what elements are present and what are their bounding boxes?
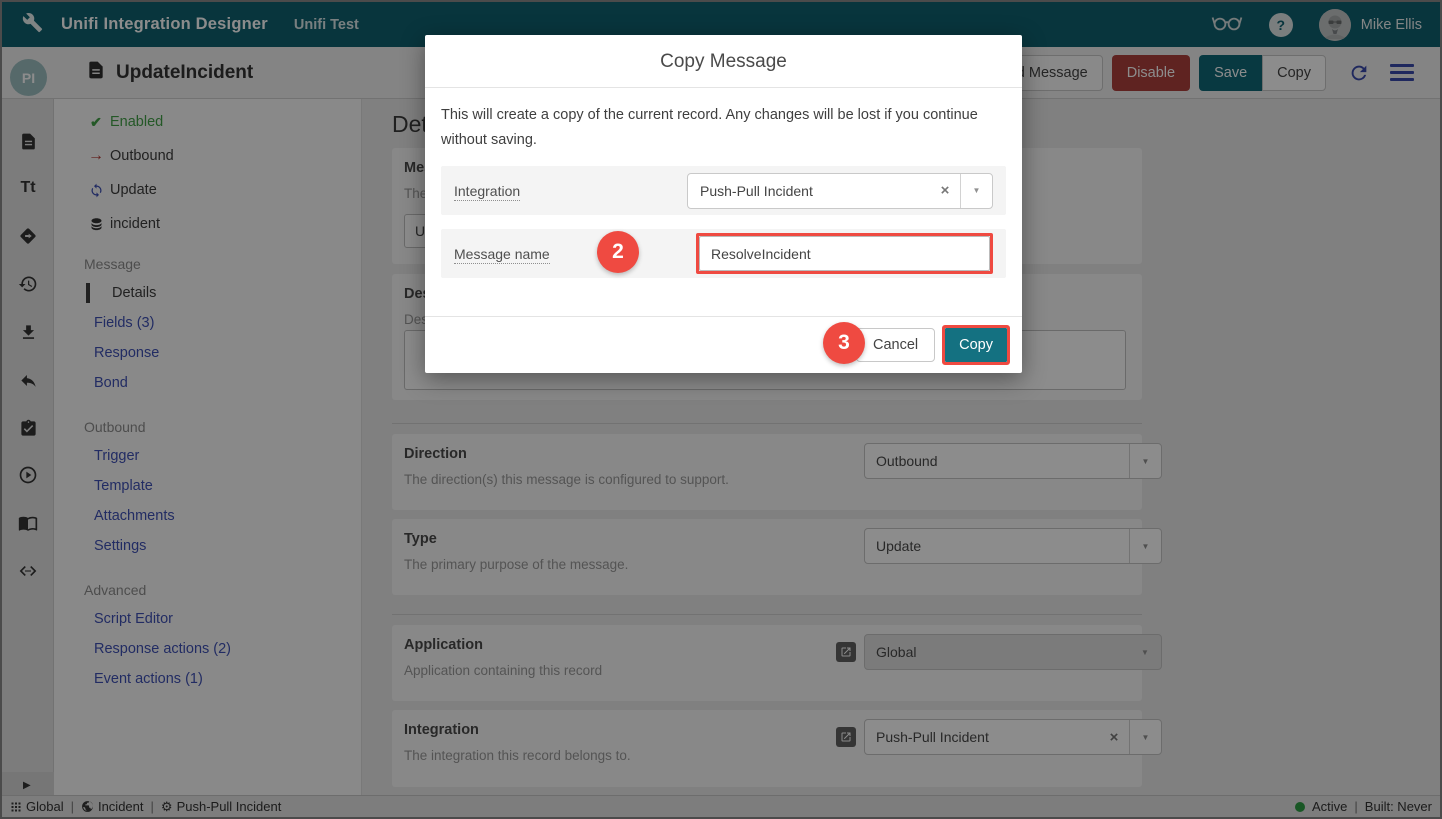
field-label: Message name xyxy=(454,246,696,262)
modal-description: This will create a copy of the current r… xyxy=(425,88,1022,152)
modal-field-integration: Integration Push-Pull Incident × ▼ xyxy=(441,166,1006,215)
modal-message-name-input[interactable] xyxy=(699,236,990,271)
annotation-step-2: 2 xyxy=(597,231,639,273)
copy-message-modal: Copy Message This will create a copy of … xyxy=(425,35,1022,373)
modal-integration-select[interactable]: Push-Pull Incident × ▼ xyxy=(687,173,993,209)
modal-footer: Cancel Copy xyxy=(425,316,1022,373)
modal-field-message-name: Message name xyxy=(441,229,1006,278)
chevron-down-icon[interactable]: ▼ xyxy=(960,174,992,208)
clear-icon[interactable]: × xyxy=(930,182,960,199)
annotation-step-3: 3 xyxy=(823,322,865,364)
highlight-frame: Copy xyxy=(942,325,1010,365)
field-label: Integration xyxy=(454,183,687,199)
highlight-frame xyxy=(696,233,993,274)
app-window: Unifi Integration Designer Unifi Test ? xyxy=(0,0,1442,819)
modal-title: Copy Message xyxy=(425,35,1022,88)
modal-copy-button[interactable]: Copy xyxy=(945,328,1007,362)
cancel-button[interactable]: Cancel xyxy=(856,328,935,362)
